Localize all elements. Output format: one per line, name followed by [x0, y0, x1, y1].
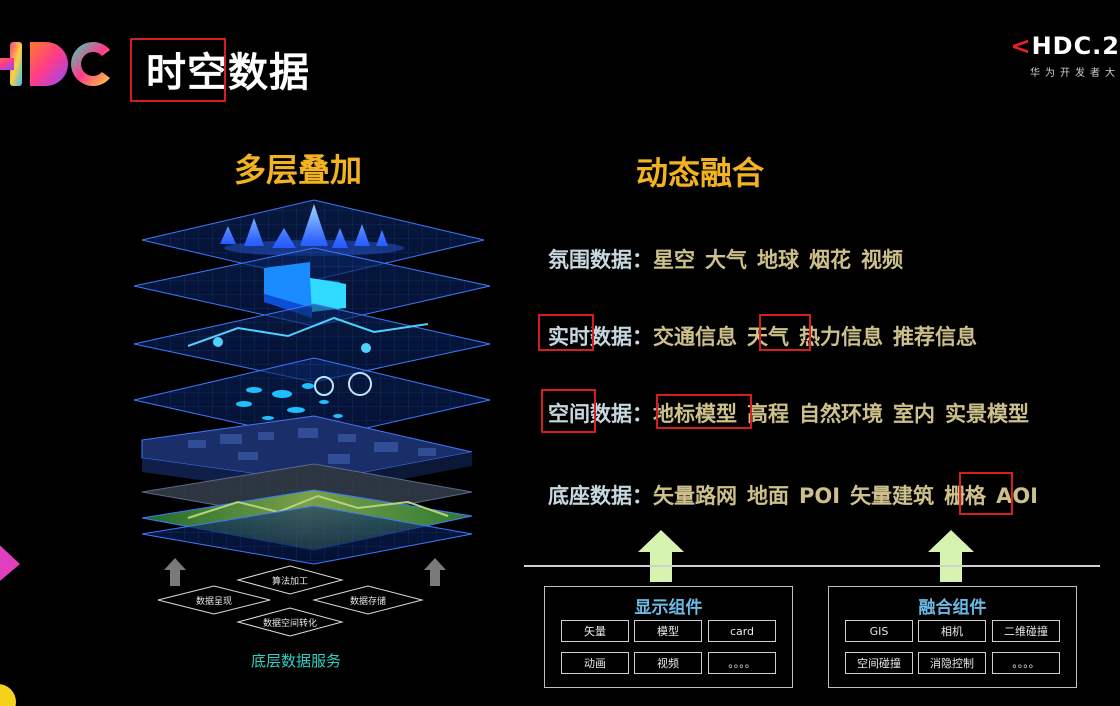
- chip-video: 视频: [634, 652, 702, 674]
- divider-line: [524, 565, 1100, 567]
- highlight-landmark: [656, 394, 752, 429]
- up-arrow-display-icon: [638, 530, 684, 582]
- highlight-raster: [959, 472, 1013, 515]
- yellow-shape-icon: [0, 684, 16, 706]
- label-render: 数据呈现: [196, 595, 232, 607]
- label-store: 数据存储: [350, 595, 386, 607]
- pink-shape-icon: [0, 545, 20, 581]
- chip-vector: 矢量: [561, 620, 629, 642]
- chip-camera: 相机: [918, 620, 986, 642]
- highlight-realtime: [538, 314, 594, 351]
- row-spatial: 空间数据：地标模型 高程 自然环境 室内 实景模型: [548, 402, 1029, 426]
- chip-card: card: [708, 620, 776, 642]
- chip-more-fusion: 。。。。: [992, 652, 1060, 674]
- up-arrow-fusion-icon: [928, 530, 974, 582]
- brand-name: <HDC.2: [1010, 32, 1120, 60]
- brand-subtitle: 华为开发者大: [1030, 68, 1120, 79]
- label-algo: 算法加工: [272, 575, 308, 587]
- heading-dynamic-fusion: 动态融合: [636, 154, 765, 192]
- chip-more-display: 。。。。: [708, 652, 776, 674]
- hdc-logo-icon: [0, 42, 110, 86]
- chip-animation: 动画: [561, 652, 629, 674]
- stack-caption: 底层数据服务: [251, 652, 341, 670]
- display-component-title: 显示组件: [634, 598, 703, 618]
- brand-block: <HDC.2 华为开发者大: [1010, 32, 1120, 79]
- layer-stack-illustration: 算法加工 数据呈现 数据存储 数据空间转化 底层数据服务: [133, 199, 491, 670]
- chip-gis: GIS: [845, 620, 913, 642]
- chip-occlusion-control: 消隐控制: [918, 652, 986, 674]
- fusion-component-title: 融合组件: [918, 598, 987, 618]
- heading-multi-layer: 多层叠加: [234, 151, 363, 189]
- chip-model: 模型: [634, 620, 702, 642]
- highlight-weather: [759, 314, 811, 351]
- highlight-spatial: [541, 389, 596, 433]
- row-ambience: 氛围数据：星空 大气 地球 烟花 视频: [548, 248, 903, 272]
- chip-2d-collision: 二维碰撞: [992, 620, 1060, 642]
- fusion-component-box: 融合组件 GIS 相机 二维碰撞 空间碰撞 消隐控制 。。。。: [828, 586, 1077, 688]
- display-component-box: 显示组件 矢量 模型 card 动画 视频 。。。。: [544, 586, 793, 688]
- title-highlight-box: [130, 38, 226, 102]
- label-convert: 数据空间转化: [263, 617, 317, 629]
- chip-space-collision: 空间碰撞: [845, 652, 913, 674]
